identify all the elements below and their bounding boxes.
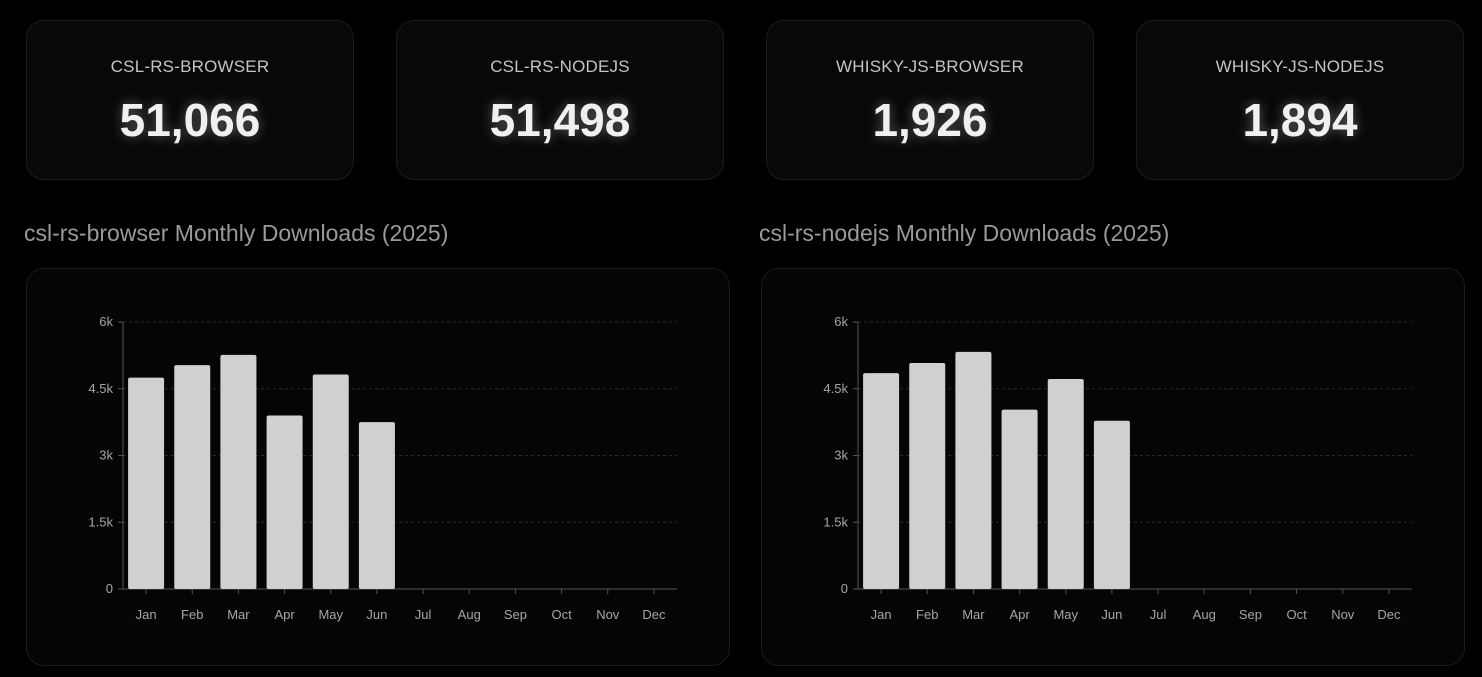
- x-tick-label: Aug: [458, 607, 481, 622]
- x-tick-label: May: [1053, 607, 1078, 622]
- x-tick-label: Apr: [274, 607, 295, 622]
- chart-panel-csl-rs-nodejs: 0 1.5k 3k 4.5k 6k Jan Feb Mar Apr May Jun Jul Aug Sep…: [761, 268, 1465, 666]
- bar-may: [312, 374, 349, 589]
- y-tick-label: 4.5k: [88, 381, 113, 396]
- stat-label: WHISKY-JS-NODEJS: [1215, 57, 1385, 76]
- x-tick-label: Mar: [227, 607, 250, 622]
- stat-value: 1,926: [872, 94, 988, 146]
- y-tick-label: 0: [106, 581, 113, 596]
- y-tick-label: 0: [841, 581, 848, 596]
- bar-mar: [220, 354, 257, 589]
- x-tick-label: Aug: [1193, 607, 1216, 622]
- x-tick-label: Jan: [871, 607, 892, 622]
- y-tick-label: 3k: [99, 448, 113, 463]
- x-tick-label: Oct: [1286, 607, 1307, 622]
- bar-feb: [909, 362, 946, 589]
- x-tick-label: Jun: [366, 607, 387, 622]
- x-tick-label: Dec: [642, 607, 666, 622]
- y-tick-label: 1.5k: [88, 514, 113, 529]
- x-tick-label: Jan: [136, 607, 157, 622]
- bar-jan: [863, 373, 900, 589]
- y-tick-label: 1.5k: [823, 514, 848, 529]
- bar-jun: [358, 422, 395, 589]
- bar-jan: [128, 377, 165, 589]
- x-tick-label: Jun: [1101, 607, 1122, 622]
- stat-label: WHISKY-JS-BROWSER: [836, 57, 1024, 76]
- y-tick-label: 6k: [99, 314, 113, 329]
- x-tick-label: Nov: [596, 607, 620, 622]
- x-tick-label: Oct: [551, 607, 572, 622]
- x-tick-label: Jul: [415, 607, 432, 622]
- stat-card-csl-rs-browser: CSL-RS-BROWSER 51,066: [26, 20, 354, 180]
- x-tick-label: Sep: [504, 607, 527, 622]
- stat-label: CSL-RS-NODEJS: [490, 57, 630, 76]
- x-tick-label: May: [318, 607, 343, 622]
- x-tick-label: Sep: [1239, 607, 1262, 622]
- bar-jun: [1093, 420, 1130, 589]
- chart-panel-csl-rs-browser: 0 1.5k 3k 4.5k 6k Jan Feb Mar Apr May Jun Jul Aug Sep…: [26, 268, 730, 666]
- x-tick-label: Jul: [1150, 607, 1167, 622]
- y-tick-label: 3k: [834, 448, 848, 463]
- bar-may: [1047, 378, 1084, 589]
- stat-card-csl-rs-nodejs: CSL-RS-NODEJS 51,498: [396, 20, 724, 180]
- x-tick-label: Apr: [1009, 607, 1030, 622]
- bar-chart-csl-rs-browser: 0 1.5k 3k 4.5k 6k Jan Feb Mar Apr May Jun Jul Aug Sep…: [88, 314, 677, 622]
- chart-title-csl-rs-browser: csl-rs-browser Monthly Downloads (2025): [24, 220, 449, 246]
- chart-title-csl-rs-nodejs: csl-rs-nodejs Monthly Downloads (2025): [759, 220, 1170, 246]
- bar-apr: [266, 415, 303, 589]
- stat-value: 51,498: [489, 94, 631, 146]
- stat-card-whisky-js-browser: WHISKY-JS-BROWSER 1,926: [766, 20, 1094, 180]
- bar-mar: [955, 351, 992, 589]
- bar-chart-csl-rs-nodejs: 0 1.5k 3k 4.5k 6k Jan Feb Mar Apr May Jun Jul Aug Sep…: [823, 314, 1412, 622]
- x-tick-label: Feb: [181, 607, 203, 622]
- x-tick-label: Mar: [962, 607, 985, 622]
- bar-feb: [174, 365, 211, 589]
- x-tick-label: Dec: [1377, 607, 1401, 622]
- stat-value: 51,066: [119, 94, 261, 146]
- stat-card-whisky-js-nodejs: WHISKY-JS-NODEJS 1,894: [1136, 20, 1464, 180]
- x-tick-label: Feb: [916, 607, 938, 622]
- stat-value: 1,894: [1242, 94, 1358, 146]
- y-tick-label: 4.5k: [823, 381, 848, 396]
- x-tick-label: Nov: [1331, 607, 1355, 622]
- y-tick-label: 6k: [834, 314, 848, 329]
- stat-label: CSL-RS-BROWSER: [110, 57, 270, 76]
- bar-apr: [1001, 409, 1038, 589]
